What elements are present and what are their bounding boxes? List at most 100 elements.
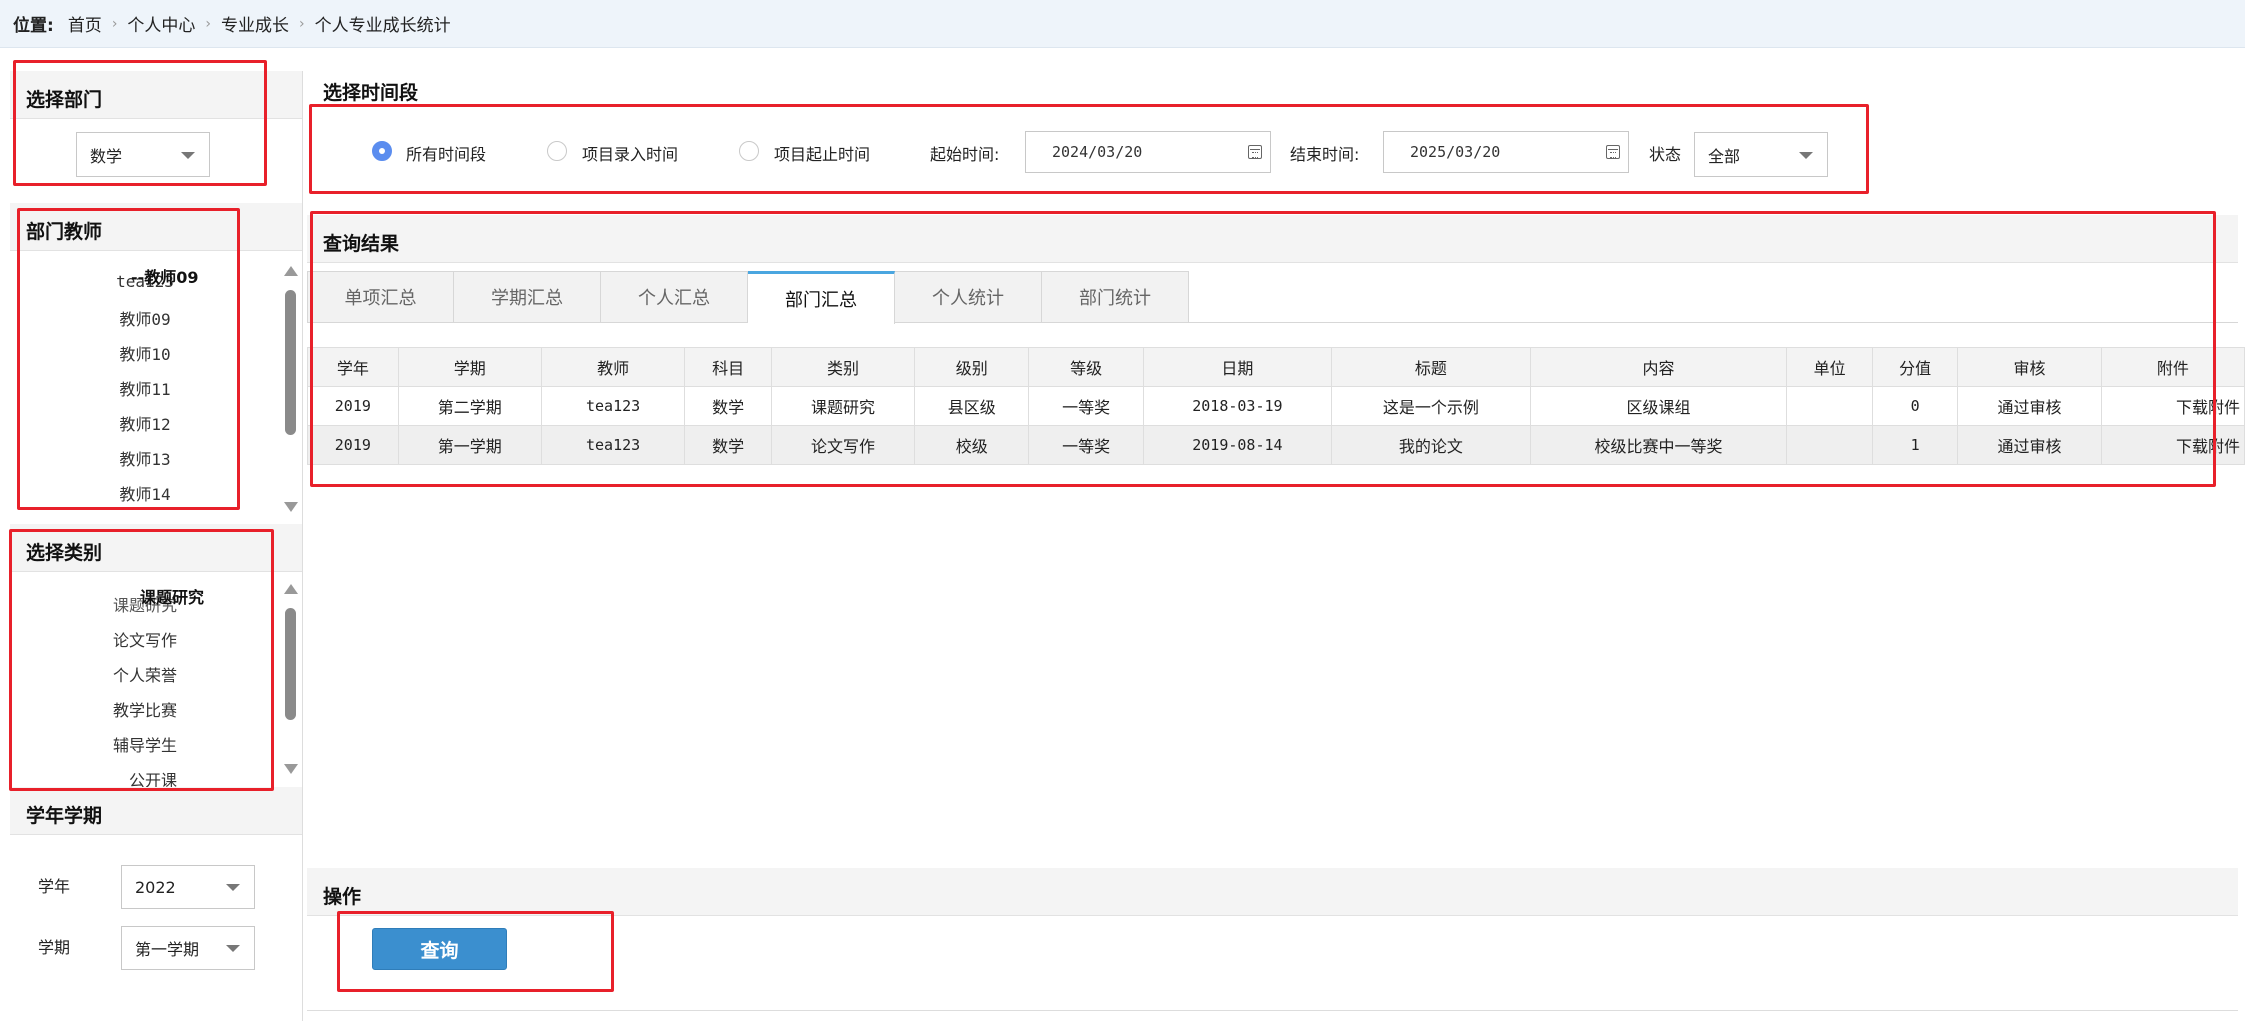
start-time-label: 起始时间: <box>930 145 1000 164</box>
col-header[interactable]: 学期 <box>397 347 542 387</box>
year-select-value: 2022 <box>135 877 176 897</box>
col-header[interactable]: 单位 <box>1786 347 1873 387</box>
teacher-list-scrollbar[interactable] <box>283 266 299 512</box>
cell-teacher: tea123 <box>540 425 686 465</box>
list-item[interactable]: 个人荣誉 <box>20 662 270 686</box>
col-header[interactable]: 审核 <box>1957 347 2102 387</box>
year-select[interactable]: 2022 <box>121 865 255 909</box>
cell-content: 区级课组 <box>1529 386 1788 426</box>
cell-date: 2019-08-14 <box>1142 425 1332 465</box>
dept-panel-title: 选择部门 <box>10 71 302 119</box>
chevron-right-icon: › <box>111 15 118 32</box>
list-item[interactable]: 辅导学生 <box>20 732 270 756</box>
cell-year: 2019 <box>307 386 399 426</box>
sidebar-divider <box>302 71 303 1021</box>
list-item[interactable]: 教师14 <box>20 481 270 505</box>
radio-range-time[interactable] <box>739 141 759 161</box>
col-header[interactable]: 科目 <box>684 347 772 387</box>
tab-item-summary[interactable]: 单项汇总 <box>307 271 454 323</box>
scroll-down-icon[interactable] <box>284 764 298 774</box>
term-select-value: 第一学期 <box>135 940 200 959</box>
col-header[interactable]: 日期 <box>1142 347 1332 387</box>
category-list-tooltip: 课题研究 <box>140 588 205 607</box>
results-tabs: 单项汇总 学期汇总 个人汇总 部门汇总 个人统计 部门统计 <box>307 271 1189 324</box>
term-panel-title: 学年学期 <box>10 787 302 835</box>
chevron-down-icon <box>1799 151 1813 159</box>
results-table: 学年 学期 教师 科目 类别 级别 等级 日期 标题 内容 单位 分值 审核 附… <box>307 347 2245 465</box>
cell-review: 通过审核 <box>1957 425 2102 465</box>
tab-dept-summary[interactable]: 部门汇总 <box>748 271 895 324</box>
radio-entry-time[interactable] <box>547 141 567 161</box>
col-header[interactable]: 类别 <box>770 347 916 387</box>
col-header[interactable]: 教师 <box>540 347 686 387</box>
term-label: 学期 <box>38 938 71 957</box>
radio-all-time-label: 所有时间段 <box>406 145 487 164</box>
year-label: 学年 <box>38 877 71 896</box>
cell-score: 1 <box>1871 425 1959 465</box>
cell-grade: 一等奖 <box>1028 425 1144 465</box>
col-header[interactable]: 学年 <box>307 347 399 387</box>
col-header[interactable]: 级别 <box>914 347 1030 387</box>
start-date-input[interactable]: 2024/03/20 <box>1025 131 1271 173</box>
list-item[interactable]: 教师13 <box>20 446 270 470</box>
cell-grade: 一等奖 <box>1028 386 1144 426</box>
dept-select-value: 数学 <box>90 146 123 166</box>
calendar-icon[interactable] <box>1606 145 1620 159</box>
download-attachment-link[interactable]: 下载附件 <box>2100 386 2245 426</box>
calendar-icon[interactable] <box>1248 145 1262 159</box>
scroll-thumb[interactable] <box>285 608 296 720</box>
category-list[interactable]: 课题研究 课题研究 论文写作 个人荣誉 教学比赛 辅导学生 公开课 <box>20 578 290 790</box>
start-date-value: 2024/03/20 <box>1052 143 1143 161</box>
scroll-up-icon[interactable] <box>284 266 298 276</box>
breadcrumb-home[interactable]: 首页 <box>68 11 102 36</box>
status-select-value: 全部 <box>1708 146 1741 166</box>
results-panel-title: 查询结果 <box>307 215 2238 263</box>
tab-personal-stats[interactable]: 个人统计 <box>895 271 1042 323</box>
query-button[interactable]: 查询 <box>372 928 507 970</box>
end-time-label: 结束时间: <box>1290 145 1360 164</box>
teacher-list-tooltip: --教师09 <box>131 268 199 287</box>
download-attachment-link[interactable]: 下载附件 <box>2100 425 2245 465</box>
tab-term-summary[interactable]: 学期汇总 <box>454 271 601 323</box>
breadcrumb-personal-center[interactable]: 个人中心 <box>127 11 195 36</box>
list-item[interactable]: 教师12 <box>20 411 270 435</box>
scroll-thumb[interactable] <box>285 290 296 435</box>
end-date-input[interactable]: 2025/03/20 <box>1383 131 1629 173</box>
cell-title: 我的论文 <box>1330 425 1531 465</box>
col-header[interactable]: 标题 <box>1330 347 1531 387</box>
list-item[interactable]: 教师10 <box>20 341 270 365</box>
scroll-down-icon[interactable] <box>284 502 298 512</box>
tab-dept-stats[interactable]: 部门统计 <box>1042 271 1189 323</box>
breadcrumb-professional-growth[interactable]: 专业成长 <box>221 11 289 36</box>
col-header[interactable]: 分值 <box>1871 347 1959 387</box>
col-header[interactable]: 等级 <box>1028 347 1144 387</box>
list-item[interactable]: 教学比赛 <box>20 697 270 721</box>
cell-score: 0 <box>1871 386 1959 426</box>
cell-teacher: tea123 <box>540 386 686 426</box>
chevron-down-icon <box>181 151 195 159</box>
cell-term: 第二学期 <box>397 386 542 426</box>
status-select[interactable]: 全部 <box>1694 132 1828 177</box>
list-item[interactable]: 教师09 <box>20 306 270 330</box>
category-list-scrollbar[interactable] <box>283 584 299 774</box>
tab-personal-summary[interactable]: 个人汇总 <box>601 271 748 323</box>
col-header[interactable]: 附件 <box>2100 347 2245 387</box>
breadcrumb-label: 位置: <box>13 16 54 36</box>
cell-review: 通过审核 <box>1957 386 2102 426</box>
teacher-panel-title: 部门教师 <box>10 203 302 251</box>
dept-select[interactable]: 数学 <box>76 132 210 177</box>
table-row[interactable]: 2019 第一学期 tea123 数学 论文写作 校级 一等奖 2019-08-… <box>307 425 2245 465</box>
teacher-list[interactable]: tea123 --教师09 教师09 教师10 教师11 教师12 教师13 教… <box>20 258 290 510</box>
table-row[interactable]: 2019 第二学期 tea123 数学 课题研究 县区级 一等奖 2018-03… <box>307 386 2245 426</box>
chevron-right-icon: › <box>205 15 212 32</box>
cell-year: 2019 <box>307 425 399 465</box>
operation-panel-title: 操作 <box>307 868 2238 916</box>
col-header[interactable]: 内容 <box>1529 347 1788 387</box>
scroll-up-icon[interactable] <box>284 584 298 594</box>
radio-all-time[interactable] <box>372 141 392 161</box>
breadcrumb: 位置: 首页 › 个人中心 › 专业成长 › 个人专业成长统计 <box>0 0 2245 48</box>
list-item[interactable]: 论文写作 <box>20 627 270 651</box>
list-item[interactable]: 教师11 <box>20 376 270 400</box>
term-select[interactable]: 第一学期 <box>121 926 255 970</box>
cell-level: 校级 <box>914 425 1030 465</box>
